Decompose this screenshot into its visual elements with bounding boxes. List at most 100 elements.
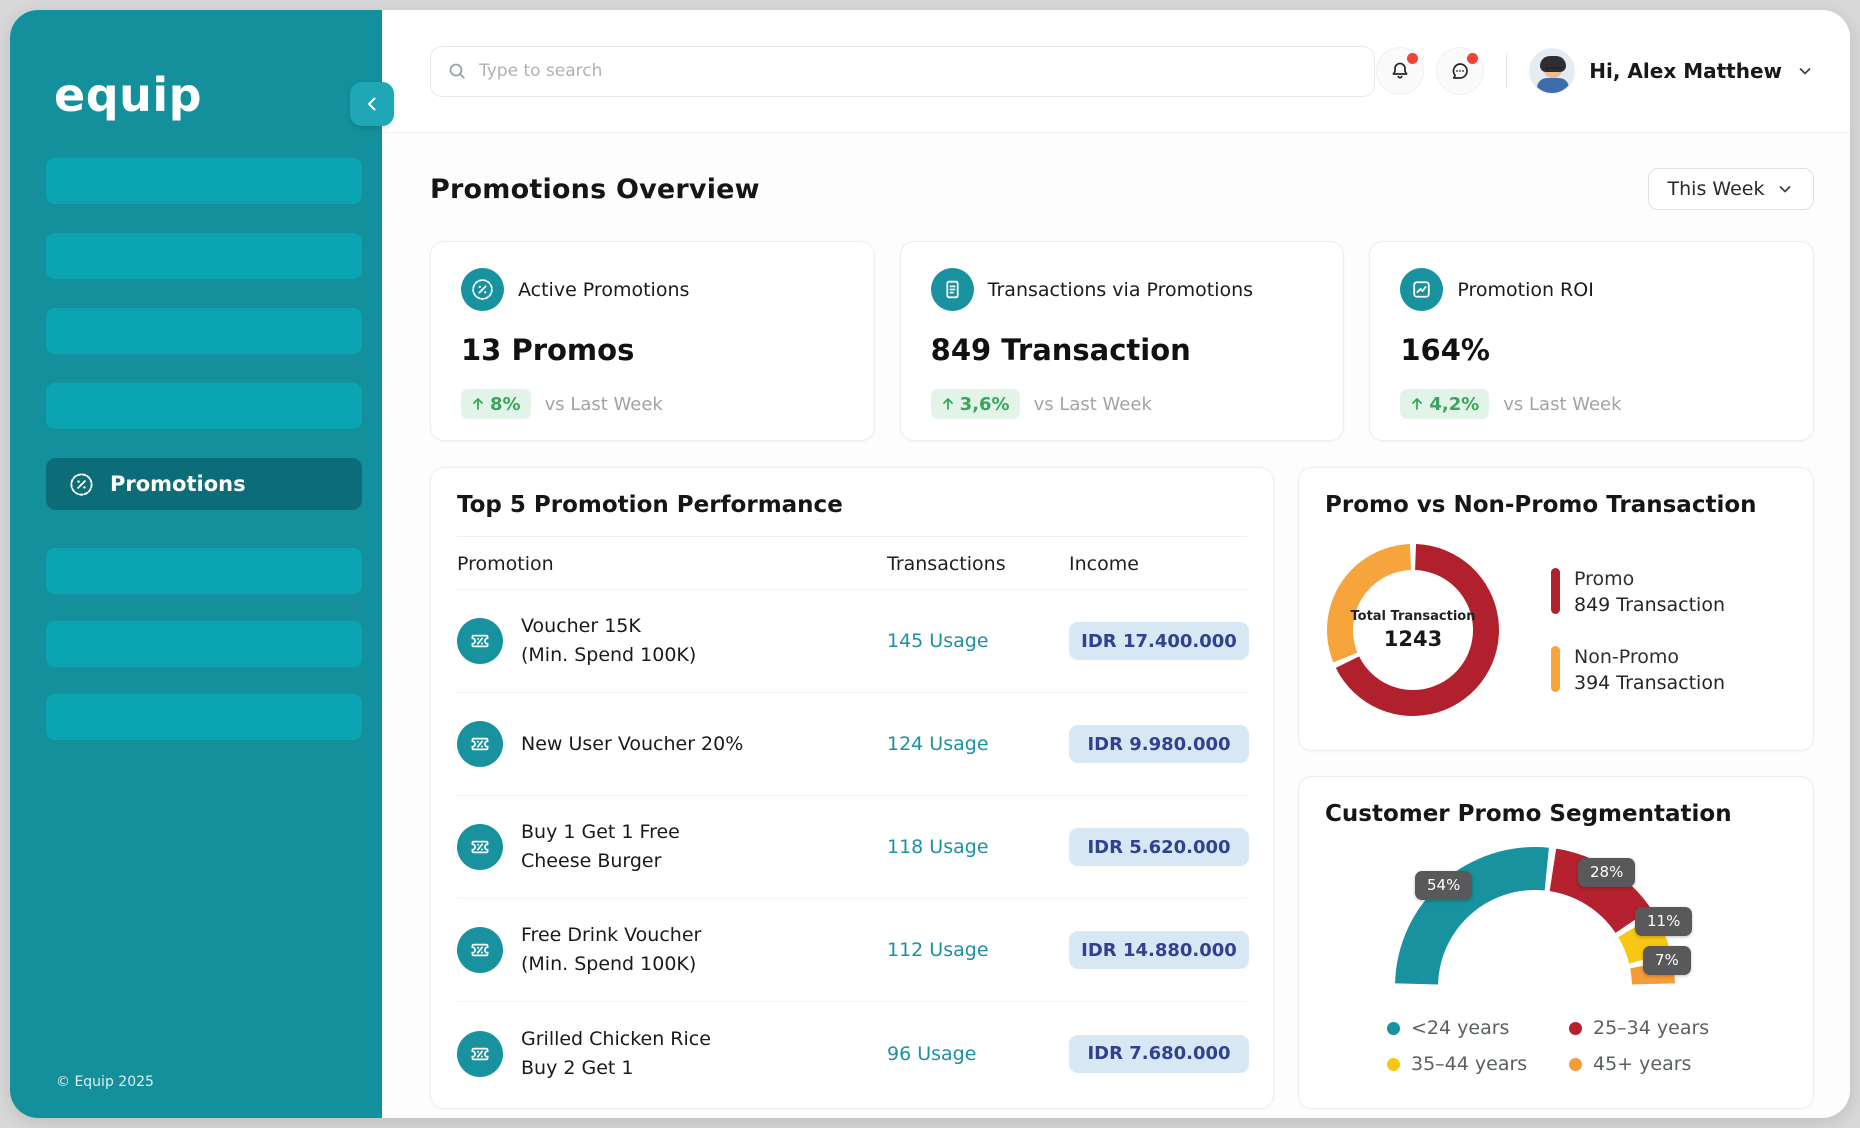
legend-item-nonpromo: Non-Promo 394 Transaction xyxy=(1551,646,1725,694)
legend-dot xyxy=(1387,1058,1400,1071)
stat-value: 13 Promos xyxy=(461,333,844,367)
messages-button[interactable] xyxy=(1436,47,1484,95)
stat-label: Active Promotions xyxy=(518,279,689,301)
chevron-down-icon xyxy=(1776,180,1794,198)
stat-card-roi: Promotion ROI 164% 4,2% vs Last Week xyxy=(1369,241,1814,441)
delta-suffix: vs Last Week xyxy=(545,394,663,415)
delta-suffix: vs Last Week xyxy=(1034,394,1152,415)
app-window: equip Promotions © Equip 2025 xyxy=(10,10,1850,1118)
copyright-text: © Equip 2025 xyxy=(56,1074,154,1090)
arrow-up-icon xyxy=(1410,397,1424,411)
column-header-promotion: Promotion xyxy=(457,553,887,575)
sidebar-item-placeholder-4[interactable] xyxy=(46,383,362,429)
stat-value: 849 Transaction xyxy=(931,333,1314,367)
legend-dot xyxy=(1569,1058,1582,1071)
voucher-ticket-icon xyxy=(457,1031,503,1077)
panel-title: Promo vs Non-Promo Transaction xyxy=(1325,492,1787,518)
legend-dot xyxy=(1387,1022,1400,1035)
income-badge: IDR 14.880.000 xyxy=(1069,931,1249,969)
chevron-down-icon xyxy=(1796,62,1814,80)
sidebar-item-placeholder-5[interactable] xyxy=(46,548,362,594)
avatar xyxy=(1529,48,1575,94)
promotion-name: Buy 1 Get 1 Free Cheese Burger xyxy=(521,818,680,876)
table-row: Grilled Chicken Rice Buy 2 Get 1 96 Usag… xyxy=(457,1002,1247,1105)
table-header: Promotion Transactions Income xyxy=(457,537,1247,590)
donut-center-text: Total Transaction 1243 xyxy=(1325,542,1501,718)
delta-badge: 3,6% xyxy=(931,389,1020,419)
legend-item: <24 years xyxy=(1387,1017,1569,1039)
stat-card-active-promotions: Active Promotions 13 Promos 8% vs Last W… xyxy=(430,241,875,441)
promotion-name: Free Drink Voucher (Min. Spend 100K) xyxy=(521,921,701,979)
message-dot xyxy=(1467,53,1478,64)
legend-swatch xyxy=(1551,568,1560,614)
page-title: Promotions Overview xyxy=(430,174,760,205)
transactions-value: 145 Usage xyxy=(887,630,1069,652)
sidebar-item-placeholder-7[interactable] xyxy=(46,694,362,740)
voucher-ticket-icon xyxy=(457,618,503,664)
sidebar-item-placeholder-2[interactable] xyxy=(46,233,362,279)
stat-label: Promotion ROI xyxy=(1457,279,1593,301)
promotion-performance-panel: Top 5 Promotion Performance Promotion Tr… xyxy=(430,467,1274,1109)
delta-badge: 4,2% xyxy=(1400,389,1489,419)
percent-badge-icon xyxy=(68,471,95,498)
app-logo: equip xyxy=(54,68,202,122)
arrow-up-icon xyxy=(471,397,485,411)
stat-card-transactions: Transactions via Promotions 849 Transact… xyxy=(900,241,1345,441)
gauge-label-25-34: 28% xyxy=(1578,858,1635,887)
delta-suffix: vs Last Week xyxy=(1503,394,1621,415)
notifications-button[interactable] xyxy=(1376,47,1424,95)
period-filter-dropdown[interactable]: This Week xyxy=(1648,168,1814,210)
sidebar-item-placeholder-3[interactable] xyxy=(46,308,362,354)
gauge-legend: <24 years 25–34 years 35–44 years xyxy=(1387,1017,1751,1075)
gauge-label-under24: 54% xyxy=(1415,871,1472,900)
roi-chart-icon xyxy=(1400,268,1443,311)
chart-segment--24-years xyxy=(1395,847,1549,984)
content-area: Promotions Overview This Week xyxy=(382,133,1850,1118)
income-badge: IDR 5.620.000 xyxy=(1069,828,1249,866)
sidebar-item-placeholder-1[interactable] xyxy=(46,158,362,204)
search-box xyxy=(430,46,1375,97)
receipt-icon xyxy=(931,268,974,311)
table-row: Buy 1 Get 1 Free Cheese Burger 118 Usage… xyxy=(457,796,1247,899)
legend-item: 25–34 years xyxy=(1569,1017,1751,1039)
transactions-value: 124 Usage xyxy=(887,733,1069,755)
column-header-transactions: Transactions xyxy=(887,553,1069,575)
voucher-ticket-icon xyxy=(457,927,503,973)
legend-item-promo: Promo 849 Transaction xyxy=(1551,568,1725,616)
customer-segmentation-panel: Customer Promo Segmentation 54% 28% 11% … xyxy=(1298,776,1814,1109)
search-input[interactable] xyxy=(479,61,1358,81)
table-row: Free Drink Voucher (Min. Spend 100K) 112… xyxy=(457,899,1247,1002)
income-badge: IDR 17.400.000 xyxy=(1069,622,1249,660)
period-filter-value: This Week xyxy=(1668,178,1765,200)
sidebar: equip Promotions © Equip 2025 xyxy=(10,10,382,1118)
sidebar-item-placeholder-6[interactable] xyxy=(46,621,362,667)
table-row: Voucher 15K (Min. Spend 100K) 145 Usage … xyxy=(457,590,1247,693)
sidebar-item-label: Promotions xyxy=(110,472,246,496)
sidebar-collapse-button[interactable] xyxy=(350,82,394,126)
legend-item: 45+ years xyxy=(1569,1053,1751,1075)
legend-dot xyxy=(1569,1022,1582,1035)
delta-badge: 8% xyxy=(461,389,531,419)
voucher-ticket-icon xyxy=(457,721,503,767)
gauge-label-45plus: 7% xyxy=(1643,946,1691,975)
user-greeting: Hi, Alex Matthew xyxy=(1589,59,1782,83)
gauge-label-35-44: 11% xyxy=(1635,907,1692,936)
arrow-up-icon xyxy=(941,397,955,411)
user-menu[interactable]: Hi, Alex Matthew xyxy=(1529,48,1814,94)
percent-badge-icon xyxy=(461,268,504,311)
divider xyxy=(1506,53,1508,89)
column-header-income: Income xyxy=(1069,553,1249,575)
income-badge: IDR 9.980.000 xyxy=(1069,725,1249,763)
donut-legend: Promo 849 Transaction Non-Promo 394 Tran… xyxy=(1551,568,1725,694)
stat-label: Transactions via Promotions xyxy=(988,279,1253,301)
income-badge: IDR 7.680.000 xyxy=(1069,1035,1249,1073)
legend-item: 35–44 years xyxy=(1387,1053,1569,1075)
promotion-name: New User Voucher 20% xyxy=(521,730,743,759)
panel-title: Top 5 Promotion Performance xyxy=(457,492,1247,518)
table-row: New User Voucher 20% 124 Usage IDR 9.980… xyxy=(457,693,1247,796)
sidebar-item-promotions[interactable]: Promotions xyxy=(46,458,362,510)
legend-swatch xyxy=(1551,646,1560,692)
search-icon xyxy=(447,61,467,81)
transactions-value: 112 Usage xyxy=(887,939,1069,961)
notification-dot xyxy=(1407,53,1418,64)
